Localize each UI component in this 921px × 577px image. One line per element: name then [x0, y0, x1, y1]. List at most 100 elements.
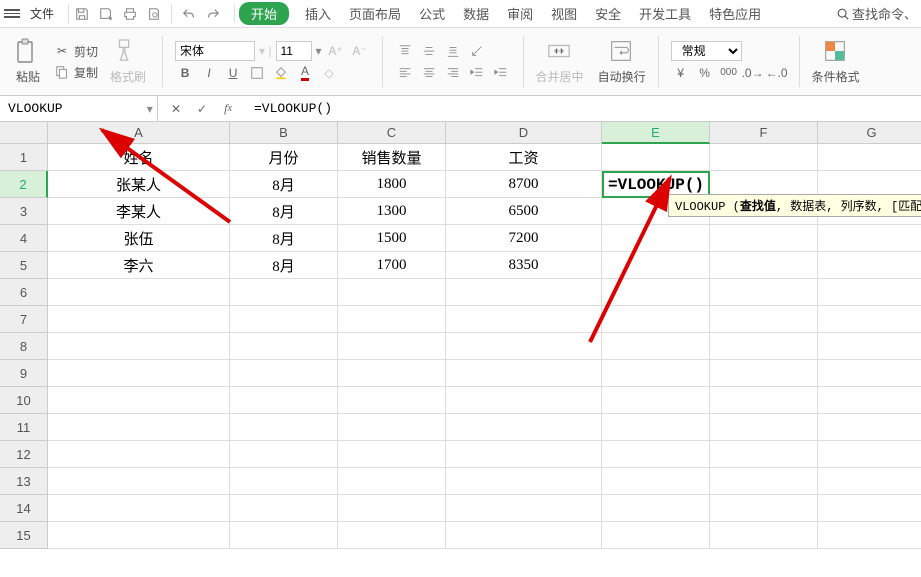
cell-D5[interactable]: 8350: [446, 252, 602, 279]
row-header-10[interactable]: 10: [0, 387, 48, 414]
cell-F10[interactable]: [710, 387, 818, 414]
cell-F5[interactable]: [710, 252, 818, 279]
row-header-13[interactable]: 13: [0, 468, 48, 495]
cell-F6[interactable]: [710, 279, 818, 306]
cell-B5[interactable]: 8月: [230, 252, 338, 279]
column-header-G[interactable]: G: [818, 122, 921, 144]
cell-A12[interactable]: [48, 441, 230, 468]
cell-C14[interactable]: [338, 495, 446, 522]
cell-G6[interactable]: [818, 279, 921, 306]
cell-D1[interactable]: 工资: [446, 144, 602, 171]
cell-D15[interactable]: [446, 522, 602, 549]
cell-B6[interactable]: [230, 279, 338, 306]
cell-C6[interactable]: [338, 279, 446, 306]
search-command[interactable]: 查找命令、: [836, 4, 917, 23]
cell-C9[interactable]: [338, 360, 446, 387]
cell-E11[interactable]: [602, 414, 710, 441]
cell-E9[interactable]: [602, 360, 710, 387]
cell-B7[interactable]: [230, 306, 338, 333]
cell-G14[interactable]: [818, 495, 921, 522]
cell-C5[interactable]: 1700: [338, 252, 446, 279]
comma-icon[interactable]: 000: [719, 63, 739, 83]
align-top-icon[interactable]: [395, 41, 415, 61]
currency-icon[interactable]: ¥: [671, 63, 691, 83]
cell-G11[interactable]: [818, 414, 921, 441]
cell-A6[interactable]: [48, 279, 230, 306]
tab-视图[interactable]: 视图: [549, 2, 579, 25]
cell-F1[interactable]: [710, 144, 818, 171]
cell-A8[interactable]: [48, 333, 230, 360]
formula-input[interactable]: [246, 101, 921, 116]
cell-E5[interactable]: [602, 252, 710, 279]
indent-increase-icon[interactable]: [491, 63, 511, 83]
font-name-select[interactable]: [175, 41, 255, 61]
cell-G4[interactable]: [818, 225, 921, 252]
cell-E7[interactable]: [602, 306, 710, 333]
orientation-icon[interactable]: [467, 41, 487, 61]
cell-D9[interactable]: [446, 360, 602, 387]
cell-F4[interactable]: [710, 225, 818, 252]
align-left-icon[interactable]: [395, 63, 415, 83]
tab-数据[interactable]: 数据: [461, 2, 491, 25]
cell-C1[interactable]: 销售数量: [338, 144, 446, 171]
confirm-icon[interactable]: ✓: [194, 101, 210, 117]
column-header-D[interactable]: D: [446, 122, 602, 144]
cell-C4[interactable]: 1500: [338, 225, 446, 252]
cell-C10[interactable]: [338, 387, 446, 414]
cell-D12[interactable]: [446, 441, 602, 468]
cell-E1[interactable]: [602, 144, 710, 171]
border-icon[interactable]: [247, 63, 267, 83]
tab-审阅[interactable]: 审阅: [505, 2, 535, 25]
cell-A15[interactable]: [48, 522, 230, 549]
column-header-A[interactable]: A: [48, 122, 230, 144]
row-header-7[interactable]: 7: [0, 306, 48, 333]
cell-B4[interactable]: 8月: [230, 225, 338, 252]
tab-特色应用[interactable]: 特色应用: [707, 2, 763, 25]
cell-C12[interactable]: [338, 441, 446, 468]
cell-A11[interactable]: [48, 414, 230, 441]
column-header-E[interactable]: E: [602, 122, 710, 144]
increase-font-icon[interactable]: A⁺: [326, 41, 346, 61]
cell-D3[interactable]: 6500: [446, 198, 602, 225]
tab-安全[interactable]: 安全: [593, 2, 623, 25]
cell-E4[interactable]: [602, 225, 710, 252]
cell-G9[interactable]: [818, 360, 921, 387]
number-format-select[interactable]: 常规: [671, 41, 742, 61]
cell-D6[interactable]: [446, 279, 602, 306]
cell-G1[interactable]: [818, 144, 921, 171]
cell-A13[interactable]: [48, 468, 230, 495]
cell-E10[interactable]: [602, 387, 710, 414]
spreadsheet-grid[interactable]: ABCDEFG 123456789101112131415 姓名月份销售数量工资…: [0, 122, 921, 577]
font-color-icon[interactable]: A: [295, 63, 315, 83]
file-menu[interactable]: 文件: [24, 5, 60, 22]
print-preview-icon[interactable]: [145, 5, 163, 23]
row-header-15[interactable]: 15: [0, 522, 48, 549]
cell-C3[interactable]: 1300: [338, 198, 446, 225]
cell-F14[interactable]: [710, 495, 818, 522]
print-icon[interactable]: [121, 5, 139, 23]
cell-D10[interactable]: [446, 387, 602, 414]
cell-F13[interactable]: [710, 468, 818, 495]
increase-decimal-icon[interactable]: .0→: [743, 63, 763, 83]
cell-F15[interactable]: [710, 522, 818, 549]
cell-F11[interactable]: [710, 414, 818, 441]
cell-G5[interactable]: [818, 252, 921, 279]
align-middle-icon[interactable]: [419, 41, 439, 61]
italic-icon[interactable]: I: [199, 63, 219, 83]
cell-B2[interactable]: 8月: [230, 171, 338, 198]
bold-icon[interactable]: B: [175, 63, 195, 83]
cell-C2[interactable]: 1800: [338, 171, 446, 198]
name-box[interactable]: ▾: [0, 96, 158, 122]
cell-C11[interactable]: [338, 414, 446, 441]
cell-C13[interactable]: [338, 468, 446, 495]
cell-F7[interactable]: [710, 306, 818, 333]
cell-A9[interactable]: [48, 360, 230, 387]
tab-公式[interactable]: 公式: [417, 2, 447, 25]
cell-A10[interactable]: [48, 387, 230, 414]
paste-button[interactable]: 粘贴: [10, 38, 46, 85]
font-size-select[interactable]: [276, 41, 312, 61]
align-bottom-icon[interactable]: [443, 41, 463, 61]
format-painter-button[interactable]: 格式刷: [106, 38, 150, 85]
cell-D14[interactable]: [446, 495, 602, 522]
cell-A1[interactable]: 姓名: [48, 144, 230, 171]
